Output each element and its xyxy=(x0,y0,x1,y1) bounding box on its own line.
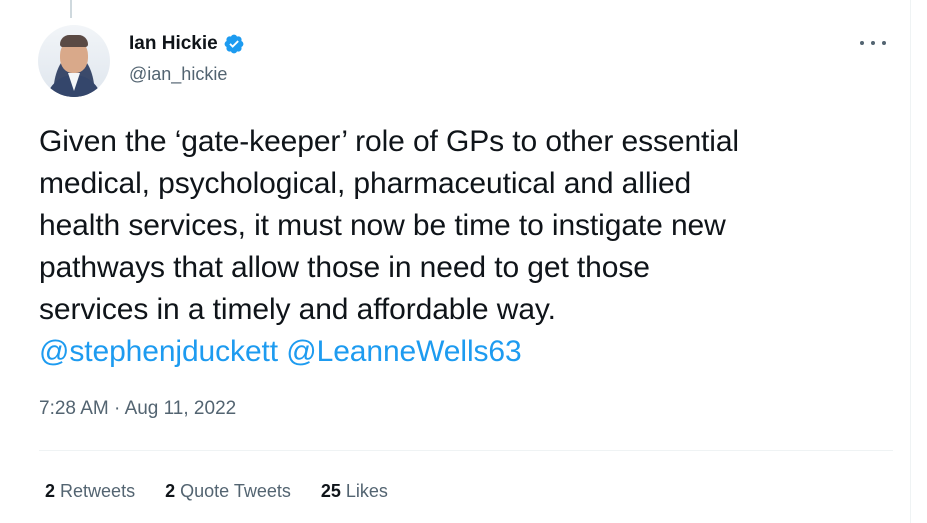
tweet-mentions: @stephenjduckett @LeanneWells63 xyxy=(39,331,899,373)
avatar[interactable] xyxy=(38,25,110,97)
avatar-hair xyxy=(60,35,88,47)
mention-link[interactable]: @stephenjduckett xyxy=(39,335,278,368)
likes-count: 25 xyxy=(320,481,341,501)
timestamp-separator: · xyxy=(114,398,121,419)
tweet-card: Ian Hickie @ian_hickie Given the ‘gate-k… xyxy=(0,0,911,523)
tweet-text: Given the ‘gate-keeper’ role of GPs to o… xyxy=(39,121,899,373)
tweet-text-line: services in a timely and affordable way. xyxy=(39,293,556,326)
quote-tweets-count: 2 xyxy=(165,481,176,501)
verified-badge-icon xyxy=(224,34,244,54)
retweets-count: 2 xyxy=(45,481,56,501)
retweets-label: Retweets xyxy=(60,481,136,501)
tweet-text-line: Given the ‘gate-keeper’ role of GPs to o… xyxy=(39,125,739,158)
author-name-row[interactable]: Ian Hickie xyxy=(129,33,245,55)
thread-connector-line xyxy=(70,0,72,18)
tweet-text-line: medical, psychological, pharmaceutical a… xyxy=(39,167,692,200)
quote-tweets-stat[interactable]: 2 Quote Tweets xyxy=(165,481,291,502)
author-display-name[interactable]: Ian Hickie xyxy=(129,33,218,55)
more-options-icon[interactable] xyxy=(860,33,886,53)
retweets-stat[interactable]: 2 Retweets xyxy=(45,481,135,502)
quote-tweets-label: Quote Tweets xyxy=(180,481,291,501)
author-handle[interactable]: @ian_hickie xyxy=(129,64,227,85)
more-dot xyxy=(871,41,875,45)
tweet-timestamp[interactable]: 7:28 AM · Aug 11, 2022 xyxy=(39,398,236,420)
likes-label: Likes xyxy=(345,481,388,501)
more-dot xyxy=(882,41,886,45)
divider xyxy=(39,450,893,451)
tweet-date[interactable]: Aug 11, 2022 xyxy=(125,398,237,419)
tweet-stats: 2 Retweets 2 Quote Tweets 25 Likes xyxy=(45,481,418,502)
likes-stat[interactable]: 25 Likes xyxy=(321,481,388,502)
tweet-text-line: pathways that allow those in need to get… xyxy=(39,251,650,284)
more-dot xyxy=(860,41,864,45)
tweet-time[interactable]: 7:28 AM xyxy=(39,398,109,419)
mention-link[interactable]: @LeanneWells63 xyxy=(286,335,521,368)
tweet-text-line: health services, it must now be time to … xyxy=(39,209,726,242)
